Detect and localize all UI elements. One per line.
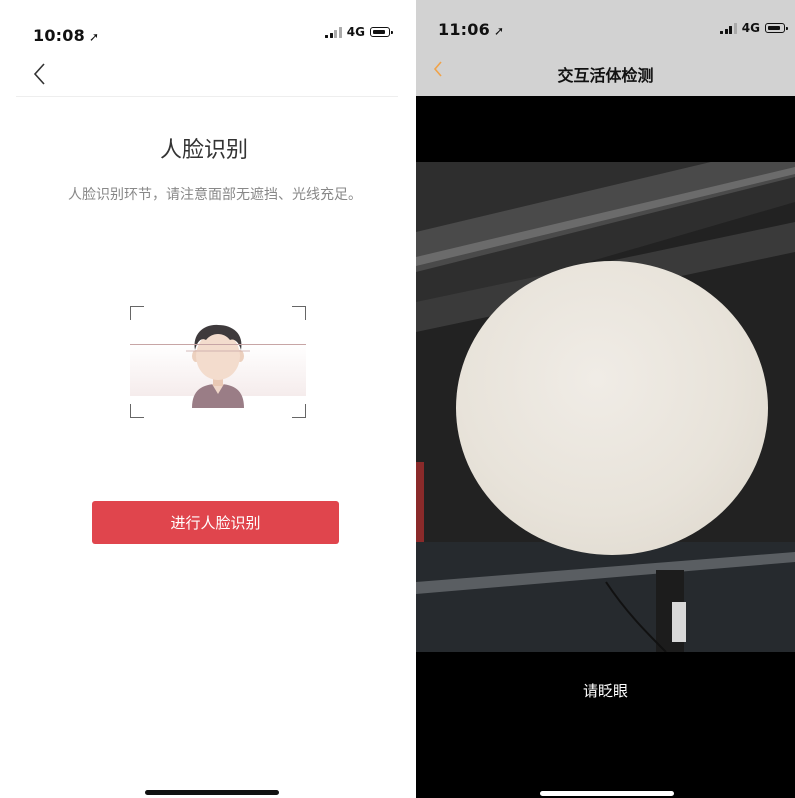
status-time: 11:06 ➚	[438, 20, 505, 39]
frame-corner	[130, 306, 144, 320]
back-chevron-icon[interactable]	[32, 62, 54, 90]
page-title: 交互活体检测	[557, 66, 654, 85]
home-indicator	[540, 791, 674, 796]
battery-icon	[370, 27, 393, 37]
instruction-text: 人脸识别环节，请注意面部无遮挡、光线充足。	[68, 187, 362, 203]
location-arrow-icon: ➚	[88, 30, 100, 44]
battery-icon	[765, 23, 788, 33]
signal-icon	[720, 22, 737, 34]
liveness-detection-screen: 11:06 ➚ 4G 交互活体检测 请眨眼	[416, 0, 795, 798]
frame-corner	[130, 404, 144, 418]
navigation-bar: 交互活体检测	[416, 50, 795, 96]
liveness-prompt: 请眨眼	[582, 682, 628, 700]
face-recognition-intro-screen: 10:08 ➚ 4G 人脸识别 人脸识别环节，请注意面部无遮挡、光线充足。 进行…	[0, 0, 408, 798]
scan-line	[130, 344, 306, 345]
network-label: 4G	[346, 25, 365, 39]
nav-divider	[16, 96, 398, 97]
status-bar: 10:08 ➚ 4G	[0, 0, 408, 60]
face-capture-circle	[456, 261, 768, 555]
status-time: 10:08 ➚	[33, 26, 100, 45]
home-indicator	[145, 790, 279, 795]
frame-corner	[292, 404, 306, 418]
network-label: 4G	[741, 21, 760, 35]
status-bar: 11:06 ➚ 4G	[416, 0, 795, 50]
status-indicators: 4G	[720, 21, 788, 35]
start-face-recognition-button[interactable]: 进行人脸识别	[92, 501, 339, 544]
page-title: 人脸识别	[159, 138, 248, 163]
camera-preview	[416, 162, 795, 652]
frame-corner	[292, 306, 306, 320]
status-indicators: 4G	[325, 25, 393, 39]
face-avatar-icon	[186, 324, 250, 408]
signal-icon	[325, 26, 342, 38]
face-frame-illustration	[130, 306, 306, 418]
location-arrow-icon: ➚	[493, 24, 505, 38]
